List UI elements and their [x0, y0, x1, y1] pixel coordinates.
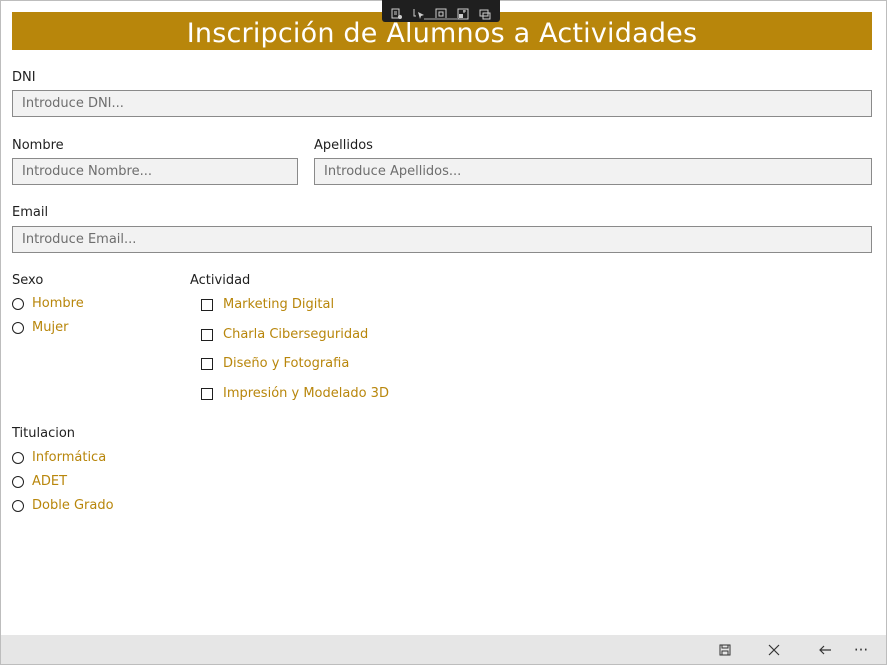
- save-icon[interactable]: [710, 635, 740, 664]
- toolbar-grip[interactable]: [424, 18, 458, 20]
- radio-informatica[interactable]: Informática: [12, 450, 106, 465]
- email-input[interactable]: [12, 226, 872, 253]
- radio-circle[interactable]: [12, 475, 24, 488]
- dni-label: DNI: [12, 70, 36, 85]
- command-bar: ···: [1, 635, 886, 664]
- checkbox-label: Impresión y Modelado 3D: [223, 386, 389, 401]
- checkbox-marketing-digital[interactable]: Marketing Digital: [201, 297, 334, 312]
- display-layout-icon[interactable]: [435, 5, 447, 20]
- checkbox-label: Diseño y Fotografia: [223, 356, 350, 371]
- radio-doble-grado[interactable]: Doble Grado: [12, 498, 114, 513]
- actividad-label: Actividad: [190, 273, 251, 288]
- checkbox-box[interactable]: [201, 357, 213, 370]
- live-tree-icon[interactable]: [391, 5, 403, 19]
- radio-adet[interactable]: ADET: [12, 474, 67, 489]
- nombre-input[interactable]: [12, 158, 298, 185]
- checkbox-box[interactable]: [201, 298, 213, 311]
- email-label: Email: [12, 205, 49, 220]
- binding-failures-icon[interactable]: [479, 5, 491, 20]
- more-icon[interactable]: ···: [846, 635, 876, 664]
- checkbox-impresion-3d[interactable]: Impresión y Modelado 3D: [201, 386, 389, 401]
- radio-mujer[interactable]: Mujer: [12, 320, 68, 335]
- checkbox-label: Marketing Digital: [223, 297, 335, 312]
- sexo-label: Sexo: [12, 273, 44, 288]
- checkbox-label: Charla Ciberseguridad: [223, 327, 369, 342]
- select-element-icon[interactable]: [413, 5, 425, 19]
- radio-circle[interactable]: [12, 321, 24, 334]
- radio-label: Mujer: [32, 320, 69, 335]
- checkbox-diseno-fotografia[interactable]: Diseño y Fotografia: [201, 356, 349, 371]
- apellidos-input[interactable]: [314, 158, 872, 185]
- radio-circle[interactable]: [12, 451, 24, 464]
- titulacion-label: Titulacion: [12, 426, 76, 441]
- back-arrow-icon[interactable]: [810, 635, 840, 664]
- radio-hombre[interactable]: Hombre: [12, 296, 84, 311]
- radio-label: Doble Grado: [32, 498, 114, 513]
- debug-toolbar[interactable]: [382, 0, 500, 22]
- dni-input[interactable]: [12, 90, 872, 117]
- close-icon[interactable]: [759, 635, 789, 664]
- checkbox-box[interactable]: [201, 328, 213, 341]
- radio-label: Informática: [32, 450, 107, 465]
- apellidos-label: Apellidos: [314, 138, 373, 153]
- radio-label: Hombre: [32, 296, 84, 311]
- radio-circle[interactable]: [12, 499, 24, 512]
- radio-label: ADET: [32, 474, 68, 489]
- checkbox-box[interactable]: [201, 387, 213, 400]
- track-focus-icon[interactable]: [457, 5, 469, 20]
- nombre-label: Nombre: [12, 138, 64, 153]
- radio-circle[interactable]: [12, 297, 24, 310]
- checkbox-charla-ciberseguridad[interactable]: Charla Ciberseguridad: [201, 327, 368, 342]
